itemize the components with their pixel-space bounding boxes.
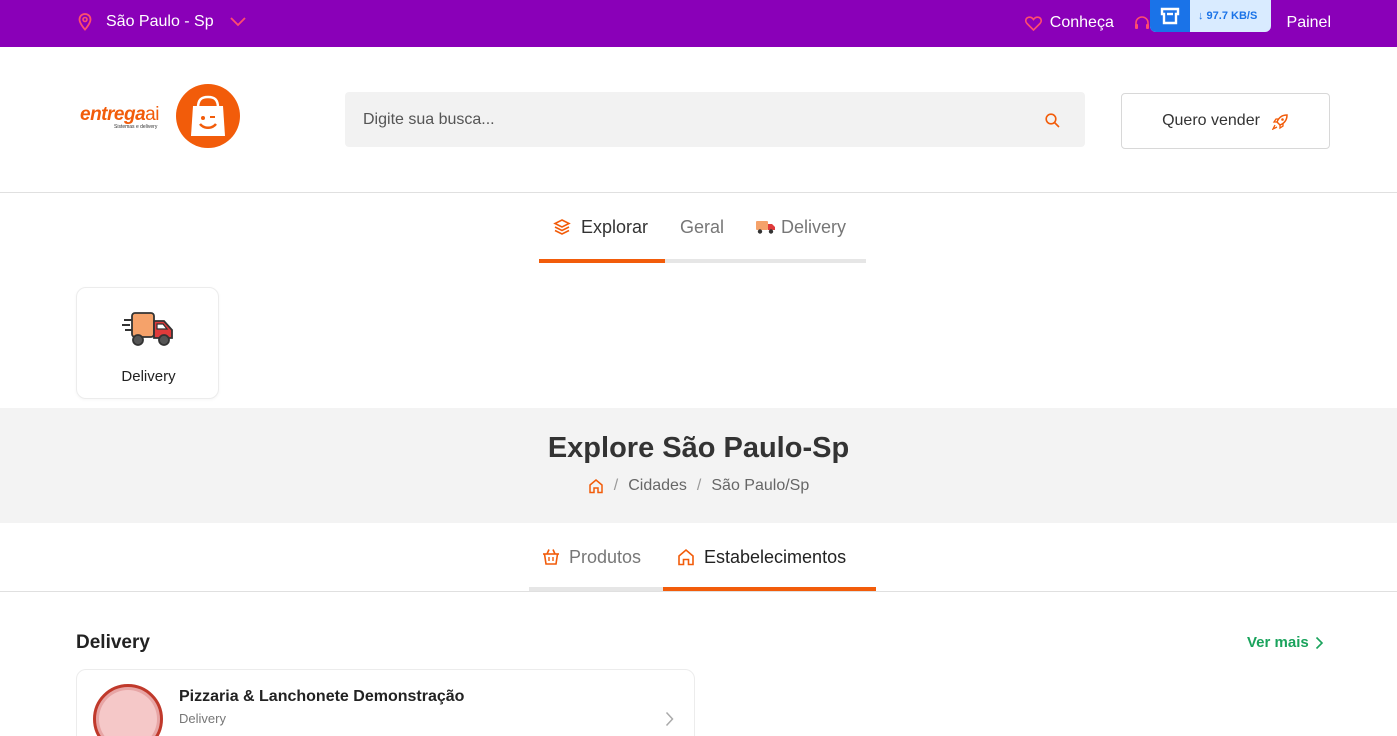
main-tabs-active-indicator [539, 259, 665, 263]
breadcrumb-separator: / [696, 477, 702, 494]
home-icon [678, 548, 694, 566]
sub-tabs-divider [0, 591, 1397, 592]
category-card-delivery[interactable]: Delivery [76, 287, 219, 399]
location-label: São Paulo - Sp [106, 13, 214, 30]
painel-label: Painel [1286, 14, 1331, 31]
location-selector[interactable]: São Paulo - Sp [78, 13, 246, 31]
tab-explorar-label: Explorar [581, 216, 649, 237]
conheca-link[interactable]: Conheça [1024, 14, 1114, 32]
headset-icon [1134, 15, 1149, 29]
shopping-bag-logo-icon [176, 84, 240, 148]
tab-delivery[interactable]: Delivery [755, 212, 846, 242]
store-avatar [93, 684, 163, 736]
breadcrumb: / Cidades / São Paulo/Sp [0, 477, 1397, 495]
chevron-right-icon [1315, 636, 1323, 649]
layers-icon [553, 219, 571, 235]
page-title: Explore São Paulo-Sp [547, 432, 850, 464]
search-icon[interactable] [1045, 113, 1060, 128]
chevron-down-icon [229, 17, 246, 27]
tab-geral[interactable]: Geral [680, 212, 724, 242]
top-bar: São Paulo - Sp Conheça Fo Painel [0, 0, 1397, 47]
quero-vender-label: Quero vender [1162, 112, 1260, 129]
store-card[interactable]: Pizzaria & Lanchonete Demonstração Deliv… [76, 669, 695, 736]
tab-explorar[interactable]: Explorar [553, 212, 648, 242]
delivery-truck-icon [122, 312, 173, 346]
tab-geral-label: Geral [680, 216, 725, 237]
map-pin-icon [78, 13, 92, 31]
section-title: Delivery [76, 632, 150, 653]
download-speed-badge[interactable]: ↓ 97.7 KB/S [1150, 0, 1271, 32]
tab-estabelecimentos-label: Estabelecimentos [704, 546, 847, 567]
main-tabs: Explorar Geral Delivery [539, 212, 866, 263]
ver-mais-link[interactable]: Ver mais [1247, 634, 1324, 651]
quero-vender-button[interactable]: Quero vender [1121, 93, 1330, 149]
download-manager-icon [1150, 0, 1190, 32]
tab-produtos[interactable]: Produtos [542, 543, 641, 571]
sub-tabs: Produtos Estabelecimentos [529, 543, 876, 591]
store-name: Pizzaria & Lanchonete Demonstração [179, 688, 465, 705]
category-label: Delivery [121, 368, 176, 385]
logo-tagline: Sistemas e delivery [114, 124, 158, 130]
truck-icon [756, 221, 775, 234]
breadcrumb-separator: / [613, 477, 619, 494]
download-speed-text: ↓ 97.7 KB/S [1198, 10, 1258, 22]
chevron-right-icon [665, 711, 674, 727]
rocket-icon [1271, 113, 1288, 130]
painel-link[interactable]: Painel [1287, 14, 1331, 32]
tab-estabelecimentos[interactable]: Estabelecimentos [677, 543, 846, 571]
tab-delivery-label: Delivery [781, 216, 847, 237]
logo-wordmark: entregaai [80, 104, 159, 125]
explore-banner: Explore São Paulo-Sp / Cidades / São Pau… [0, 408, 1397, 523]
heart-icon [1024, 15, 1042, 31]
breadcrumb-city: São Paulo/Sp [711, 477, 810, 494]
store-type: Delivery [179, 711, 226, 726]
tab-produtos-label: Produtos [569, 546, 642, 567]
home-icon[interactable] [588, 478, 604, 494]
entregaai-logo[interactable]: entregaai Sistemas e delivery [80, 84, 240, 148]
main-tabs-indicator-track [539, 259, 866, 263]
ver-mais-label: Ver mais [1247, 634, 1309, 651]
conheca-label: Conheça [1049, 14, 1114, 31]
header-divider [0, 192, 1397, 193]
basket-icon [543, 549, 559, 565]
search-input[interactable] [345, 92, 1085, 147]
breadcrumb-cidades[interactable]: Cidades [628, 477, 687, 495]
